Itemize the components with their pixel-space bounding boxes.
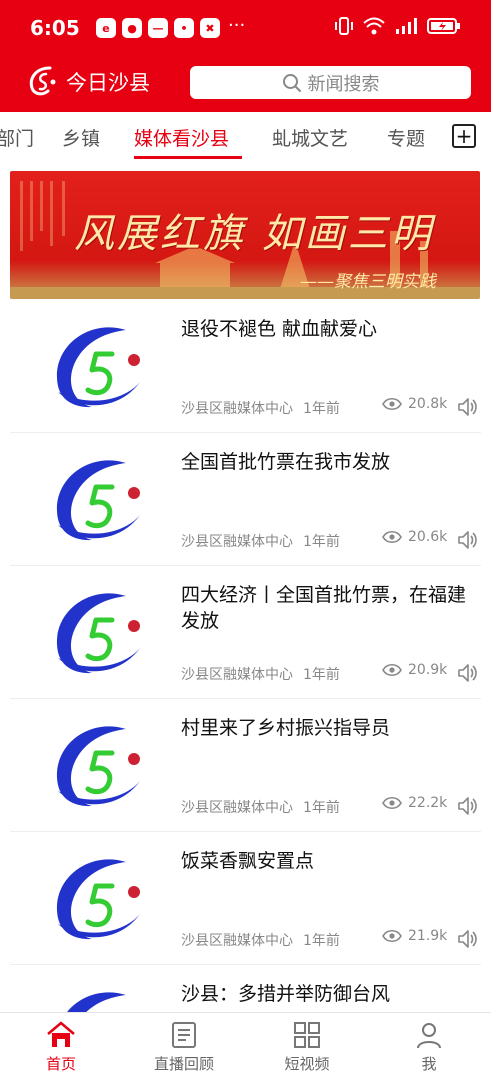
news-title: 退役不褪色 献血献爱心 <box>181 318 378 340</box>
search-icon <box>282 73 301 92</box>
add-tab-button[interactable]: + <box>452 124 476 148</box>
news-time: 1年前 <box>303 800 340 816</box>
tab-towns[interactable]: 乡镇 <box>62 124 100 151</box>
eye-icon <box>382 397 402 411</box>
status-app-icons: e ● — • ✖ ··· <box>96 15 246 38</box>
user-icon <box>417 1023 441 1049</box>
news-meta: 沙县区融媒体中心 1年前 <box>181 398 350 418</box>
news-time: 1年前 <box>303 667 340 683</box>
news-item[interactable]: 四大经济丨全国首批竹票，在福建发放沙县区融媒体中心 1年前 20.9k <box>10 566 481 699</box>
news-views: 20.6k <box>382 529 447 545</box>
tab-culture[interactable]: 虬城文艺 <box>272 124 348 151</box>
status-bar: 6:05 e ● — • ✖ ··· <box>0 0 491 55</box>
app-notification-icon: e <box>96 18 116 38</box>
view-count: 20.8k <box>408 396 448 412</box>
view-count: 20.9k <box>408 662 448 678</box>
news-title: 饭菜香飘安置点 <box>181 850 315 872</box>
banner-text-main: 风展红旗 如画三明 <box>74 211 434 257</box>
battery-icon <box>427 18 460 34</box>
nav-home[interactable]: 首页 <box>21 1021 101 1074</box>
view-count: 22.2k <box>408 795 448 811</box>
banner-text-sub: ——聚焦三明实践 <box>300 272 436 292</box>
news-item[interactable]: 村里来了乡村振兴指导员沙县区融媒体中心 1年前 22.2k <box>10 699 481 832</box>
bottom-navigation: 首页 直播回顾 短视频 我 <box>0 1012 491 1080</box>
home-icon <box>47 1021 75 1047</box>
active-tab-indicator <box>134 156 242 159</box>
eye-icon <box>382 929 402 943</box>
news-title: 村里来了乡村振兴指导员 <box>181 717 391 739</box>
nav-live-replay[interactable]: 直播回顾 <box>144 1021 224 1074</box>
news-title: 四大经济丨全国首批竹票，在福建发放 <box>181 584 467 632</box>
news-meta: 沙县区融媒体中心 1年前 <box>181 664 350 684</box>
app-title: 今日沙县 <box>66 71 150 95</box>
news-source: 沙县区融媒体中心 <box>181 800 293 816</box>
news-source: 沙县区融媒体中心 <box>181 401 293 417</box>
app-notification-icon: — <box>148 18 168 38</box>
app-notification-icon: • <box>174 18 194 38</box>
status-time: 6:05 <box>30 16 80 40</box>
news-feed: 退役不褪色 献血献爱心 沙县区融媒体中心 1年前 20.8k 全国首批竹票在我市发放 沙县… <box>0 300 491 1080</box>
nav-short-video[interactable]: 短视频 <box>267 1021 347 1074</box>
tab-topics[interactable]: 专题 <box>387 124 425 151</box>
news-time: 1年前 <box>303 401 340 417</box>
news-views: 20.9k <box>382 662 447 678</box>
tab-departments[interactable]: 部门 <box>0 124 34 151</box>
status-indicators <box>335 16 461 36</box>
news-views: 20.8k <box>382 396 447 412</box>
audio-icon[interactable] <box>456 529 478 551</box>
news-title: 全国首批竹票在我市发放 <box>181 451 391 473</box>
eye-icon <box>382 796 402 810</box>
app-notification-icon: ✖ <box>200 18 220 38</box>
news-meta: 沙县区融媒体中心 1年前 <box>181 531 350 551</box>
news-item[interactable]: 全国首批竹票在我市发放沙县区融媒体中心 1年前 20.6k <box>10 433 481 566</box>
search-placeholder: 新闻搜索 <box>307 73 380 95</box>
search-input[interactable]: 新闻搜索 <box>190 66 471 99</box>
news-meta: 沙县区融媒体中心 1年前 <box>181 797 350 817</box>
grid-icon <box>294 1022 320 1048</box>
news-thumbnail-logo <box>56 460 140 541</box>
news-thumbnail-logo <box>56 327 140 408</box>
audio-icon[interactable] <box>456 662 478 684</box>
news-thumbnail-logo <box>56 726 140 807</box>
category-tabs: 部门 乡镇 媒体看沙县 虬城文艺 专题 + <box>0 112 491 162</box>
view-count: 20.6k <box>408 529 448 545</box>
news-source: 沙县区融媒体中心 <box>181 667 293 683</box>
signal-icon <box>396 18 417 34</box>
audio-icon[interactable] <box>456 795 478 817</box>
news-time: 1年前 <box>303 933 340 949</box>
news-source: 沙县区融媒体中心 <box>181 534 293 550</box>
wifi-icon <box>363 17 385 35</box>
more-notifications-icon: ··· <box>228 15 246 36</box>
audio-icon[interactable] <box>456 396 478 418</box>
app-notification-icon: ● <box>122 18 142 38</box>
nav-me[interactable]: 我 <box>389 1021 469 1074</box>
view-count: 21.9k <box>408 928 448 944</box>
top-bar: 今日沙县 新闻搜索 <box>0 55 491 112</box>
tab-media[interactable]: 媒体看沙县 <box>134 124 229 151</box>
news-source: 沙县区融媒体中心 <box>181 933 293 949</box>
news-item[interactable]: 退役不褪色 献血献爱心沙县区融媒体中心 1年前 20.8k <box>10 300 481 433</box>
audio-icon[interactable] <box>456 928 478 950</box>
eye-icon <box>382 530 402 544</box>
news-views: 22.2k <box>382 795 447 811</box>
news-thumbnail-logo <box>56 859 140 940</box>
news-title: 沙县：多措并举防御台风 <box>181 983 391 1005</box>
vibrate-icon <box>335 17 353 35</box>
eye-icon <box>382 663 402 677</box>
news-time: 1年前 <box>303 534 340 550</box>
app-logo-icon <box>29 66 56 96</box>
replay-icon <box>172 1022 196 1048</box>
news-thumbnail-logo <box>56 593 140 674</box>
news-item[interactable]: 饭菜香飘安置点沙县区融媒体中心 1年前 21.9k <box>10 832 481 965</box>
news-meta: 沙县区融媒体中心 1年前 <box>181 930 350 950</box>
banner[interactable]: 风展红旗 如画三明 ——聚焦三明实践 <box>10 171 480 299</box>
news-views: 21.9k <box>382 928 447 944</box>
